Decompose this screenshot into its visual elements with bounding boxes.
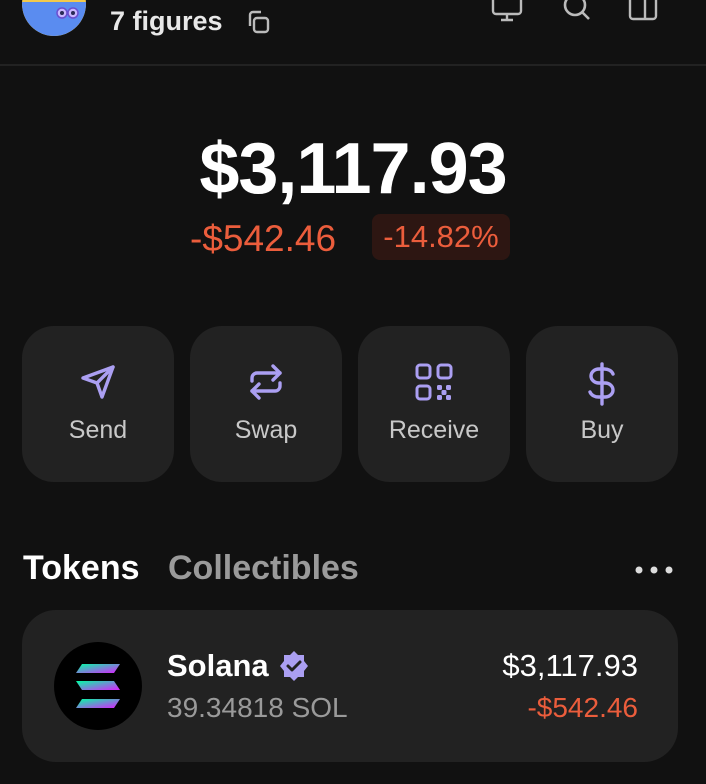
swap-icon [250,364,282,400]
receive-button[interactable]: Receive [358,326,510,482]
solana-logo-icon [54,642,142,730]
token-value: $3,117.93 [502,648,638,683]
avatar-eyes-icon [56,7,79,19]
balance-change-percent-badge: -14.82% [372,214,510,260]
verified-badge-icon [280,651,308,681]
balance-change-value: -$542.46 [190,218,337,259]
token-change: -$542.46 [527,692,638,723]
monitor-icon[interactable] [490,0,524,22]
sidebar-icon[interactable] [626,0,660,22]
receive-label: Receive [388,416,480,444]
more-options-icon[interactable] [634,562,674,578]
swap-label: Swap [234,416,298,444]
header: 7 figures [0,0,706,66]
send-label: Send [68,416,128,444]
swap-button[interactable]: Swap [190,326,342,482]
buy-label: Buy [580,416,624,444]
account-name[interactable]: 7 figures [110,6,223,37]
tab-tokens[interactable]: Tokens [23,549,140,588]
buy-button[interactable]: Buy [526,326,678,482]
token-amount: 39.34818 SOL [167,692,348,723]
avatar[interactable] [22,0,86,36]
total-balance: $3,117.93 [199,129,507,209]
copy-icon[interactable] [244,8,272,36]
tab-collectibles[interactable]: Collectibles [168,549,359,588]
token-row-solana[interactable]: Solana 39.34818 SOL $3,117.93 -$542.46 [22,610,678,762]
search-icon[interactable] [560,0,594,22]
send-icon [81,365,115,399]
qr-code-icon [415,363,453,401]
token-name: Solana [167,648,269,683]
dollar-icon [588,362,615,406]
send-button[interactable]: Send [22,326,174,482]
